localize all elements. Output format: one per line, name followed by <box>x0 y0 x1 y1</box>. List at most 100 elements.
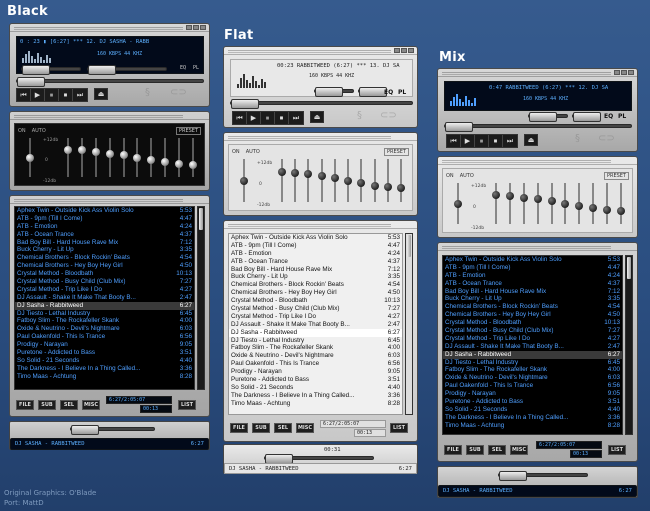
playlist-item[interactable]: DJ Tiesto - Lethal Industry 6:45 <box>443 359 622 367</box>
volume-slider[interactable] <box>21 65 81 75</box>
stop-button[interactable]: ⏹ <box>59 89 73 101</box>
minimize-button[interactable] <box>394 48 400 53</box>
pause-button[interactable]: ⏸ <box>261 112 275 124</box>
playlist-item[interactable]: ATB - 9pm (Till I Come) 4:47 <box>15 215 194 223</box>
shuffle-icon[interactable]: § <box>357 110 362 121</box>
playlist-item[interactable]: Bad Boy Bill - Hard House Rave Mix 7:12 <box>229 266 402 274</box>
eq-band-slider[interactable] <box>617 183 625 224</box>
slider-knob[interactable] <box>147 155 156 164</box>
eq-band-slider[interactable] <box>383 159 392 202</box>
mini-seek[interactable] <box>498 471 588 481</box>
repeat-icon[interactable]: ⊂⊃ <box>380 110 397 121</box>
eq-band-slider[interactable] <box>357 159 366 202</box>
slider-knob[interactable] <box>278 167 286 176</box>
minimize-button[interactable] <box>186 25 192 30</box>
playlist-item[interactable]: Puretone - Addicted to Bass 3:51 <box>15 349 194 357</box>
volume-slider[interactable] <box>528 112 568 122</box>
playlist-item[interactable]: Crystal Method - Busy Child (Club Mix) 7:… <box>443 327 622 335</box>
playlist-item[interactable]: Bad Boy Bill - Hard House Rave Mix 7:12 <box>443 288 622 296</box>
playlist-item[interactable]: ATB - 9pm (Till I Come) 4:47 <box>229 242 402 250</box>
file-button[interactable]: FILE <box>16 400 34 410</box>
playlist-item[interactable]: Prodigy - Narayan 9:05 <box>15 341 194 349</box>
playlist-item[interactable]: Oxide & Neutrino - Devil's Nightmare 6:03 <box>15 325 194 333</box>
playlist-item[interactable]: The Darkness - I Believe In a Thing Call… <box>443 414 622 422</box>
pause-button[interactable]: ⏸ <box>475 135 489 147</box>
stop-button[interactable]: ⏹ <box>275 112 289 124</box>
slider-knob[interactable] <box>547 197 556 206</box>
slider-knob[interactable] <box>454 199 462 208</box>
playlist-item[interactable]: ATB - Ocean Trance 4:37 <box>229 258 402 266</box>
eq-toggle[interactable]: EQ <box>604 113 613 120</box>
previous-button[interactable]: ⏮ <box>17 89 31 101</box>
eq-band-slider[interactable] <box>397 159 405 202</box>
preamp-slider[interactable] <box>26 138 34 177</box>
shade-button[interactable] <box>193 25 199 30</box>
playlist-item[interactable]: DJ Tiesto - Lethal Industry 6:45 <box>15 310 194 318</box>
pl-toggle[interactable]: PL <box>618 113 626 120</box>
playlist-item[interactable]: DJ Sasha - Rabbitweed 6:27 <box>15 301 194 310</box>
pl-toggle[interactable]: PL <box>193 65 199 71</box>
playlist-item[interactable]: So Solid - 21 Seconds 4:40 <box>443 406 622 414</box>
playlist-titlebar[interactable] <box>10 196 209 204</box>
playlist-item[interactable]: DJ Sasha - Rabbitweed 6:27 <box>229 328 402 337</box>
balance-slider[interactable] <box>358 87 387 97</box>
playlist-item[interactable]: ATB - Emotion 4:24 <box>229 250 402 258</box>
playlist-item[interactable]: Buck Cherry - Lit Up 3:35 <box>15 246 194 254</box>
eq-band-slider[interactable] <box>330 159 339 202</box>
slider-knob[interactable] <box>505 192 514 201</box>
previous-button[interactable]: ⏮ <box>447 135 461 147</box>
playlist-item[interactable]: Chemical Brothers - Block Rockin' Beats 4… <box>229 281 402 289</box>
list-button[interactable]: LIST <box>178 400 196 410</box>
preamp-slider[interactable] <box>240 159 248 202</box>
eq-toggle[interactable]: EQ <box>384 89 393 96</box>
eq-band-slider[interactable] <box>278 159 286 202</box>
slider-knob[interactable] <box>189 160 197 169</box>
balance-slider[interactable] <box>572 112 601 122</box>
close-button[interactable] <box>200 25 206 30</box>
slider-knob[interactable] <box>119 151 128 160</box>
slider-knob[interactable] <box>330 173 339 182</box>
playlist-item[interactable]: Fatboy Slim - The Rockafeller Skank 4:00 <box>15 317 194 325</box>
eq-titlebar[interactable] <box>10 112 209 120</box>
seek-bar[interactable] <box>444 122 632 132</box>
playlist-item[interactable]: Bad Boy Bill - Hard House Rave Mix 7:12 <box>15 239 194 247</box>
slider-knob[interactable] <box>161 158 170 167</box>
eq-band-slider[interactable] <box>189 138 197 177</box>
eq-band-slider[interactable] <box>561 183 570 224</box>
slider-knob[interactable] <box>603 206 612 215</box>
list-button[interactable]: LIST <box>390 423 408 433</box>
slider-knob[interactable] <box>589 204 598 213</box>
eq-band-slider[interactable] <box>161 138 170 177</box>
slider-knob[interactable] <box>77 146 86 155</box>
file-button[interactable]: FILE <box>230 423 248 433</box>
playlist-item[interactable]: Oxide & Neutrino - Devil's Nightmare 6:03 <box>229 352 402 360</box>
next-button[interactable]: ⏭ <box>73 89 87 101</box>
eject-button[interactable]: ⏏ <box>524 134 538 146</box>
playlist-item[interactable]: Chemical Brothers - Hey Boy Hey Girl 4:50 <box>229 289 402 297</box>
playlist-item[interactable]: DJ Tiesto - Lethal Industry 6:45 <box>229 337 402 345</box>
shuffle-icon[interactable]: § <box>145 87 150 98</box>
list-button[interactable]: LIST <box>608 445 626 455</box>
slider-knob[interactable] <box>344 176 353 185</box>
eject-button[interactable]: ⏏ <box>310 111 324 123</box>
playlist-item[interactable]: ATB - Ocean Trance 4:37 <box>443 280 622 288</box>
playlist-item[interactable]: DJ Assault - Shake It Make That Booty B.… <box>229 321 402 329</box>
eq-band-slider[interactable] <box>547 183 556 224</box>
playlist-item[interactable]: Timo Maas - Achtung 8:28 <box>443 422 622 430</box>
mini-seek[interactable] <box>264 454 374 464</box>
playlist-item[interactable]: Puretone - Addicted to Bass 3:51 <box>229 376 402 384</box>
slider-knob[interactable] <box>492 191 500 200</box>
misc-button[interactable]: MISC <box>296 423 314 433</box>
eq-band-slider[interactable] <box>317 159 326 202</box>
playlist-item[interactable]: Prodigy - Narayan 9:05 <box>443 390 622 398</box>
pl-toggle[interactable]: PL <box>398 89 406 96</box>
playlist-item[interactable]: Crystal Method - Bloodbath 10:13 <box>229 297 402 305</box>
playlist-item[interactable]: So Solid - 21 Seconds 4:40 <box>229 384 402 392</box>
playlist-item[interactable]: Fatboy Slim - The Rockafeller Skank 4:00 <box>229 344 402 352</box>
eq-toggle[interactable]: EQ <box>180 65 186 71</box>
slider-knob[interactable] <box>519 193 528 202</box>
slider-knob[interactable] <box>240 176 248 185</box>
eq-band-slider[interactable] <box>533 183 542 224</box>
playlist-item[interactable]: Crystal Method - Busy Child (Club Mix) 7:… <box>15 278 194 286</box>
playlist-item[interactable]: Crystal Method - Trip Like I Do 4:27 <box>443 335 622 343</box>
